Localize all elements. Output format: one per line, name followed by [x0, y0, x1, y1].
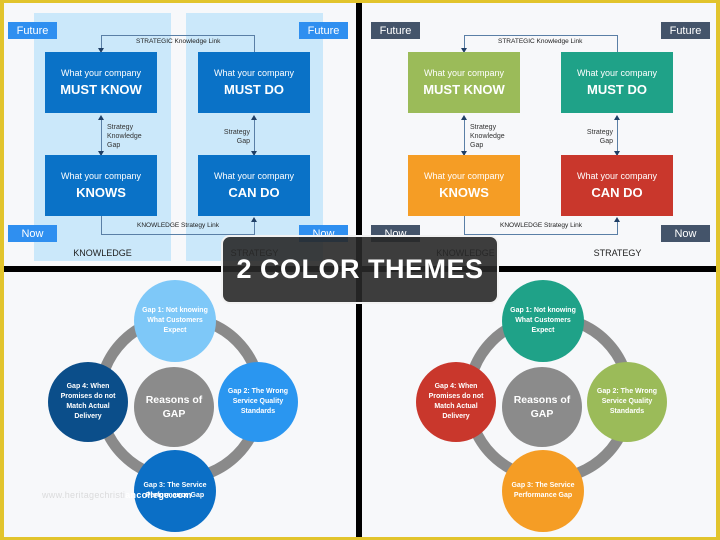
strategic-link-line: [101, 35, 254, 36]
box-can-do: What your company CAN DO: [561, 155, 673, 216]
gap-2-circle: Gap 2: The Wrong Service Quality Standar…: [218, 362, 298, 442]
knowledge-link-line: [254, 221, 255, 235]
box-sub-label: What your company: [60, 67, 142, 78]
knowledge-link-line: [101, 216, 102, 235]
knowledge-column-label: KNOWLEDGE: [73, 248, 132, 258]
box-knows: What your company KNOWS: [408, 155, 520, 216]
arrow-up-icon: [251, 217, 257, 222]
box-can-do: What your company CAN DO: [198, 155, 310, 216]
knowledge-link-line: [617, 221, 618, 235]
gap-1-circle: Gap 1: Not knowing What Customers Expect: [502, 280, 584, 362]
future-tag-left: Future: [371, 22, 420, 39]
box-main-label: KNOWS: [439, 184, 489, 200]
strategic-link-label: STRATEGIC Knowledge Link: [136, 38, 221, 45]
strategy-gap-line: [254, 119, 255, 155]
arrow-up-icon: [614, 115, 620, 120]
gap-1-circle: Gap 1: Not knowing What Customers Expect: [134, 280, 216, 362]
gap-4-circle: Gap 4: When Promises do not Match Actual…: [48, 362, 128, 442]
knowledge-gap-line: [101, 119, 102, 155]
knowledge-link-line: [464, 216, 465, 235]
now-tag-left: Now: [8, 225, 57, 242]
strategy-gap-label: Strategy Gap: [223, 129, 250, 145]
future-tag-right: Future: [299, 22, 348, 39]
box-sub-label: What your company: [213, 67, 295, 78]
box-must-know: What your company MUST KNOW: [45, 52, 157, 113]
knowledge-link-label: KNOWLEDGE Strategy Link: [137, 222, 219, 229]
slide-strategy-multicolor: Future Future Now Now STRATEGIC Knowledg…: [362, 3, 716, 266]
box-must-do: What your company MUST DO: [198, 52, 310, 113]
box-sub-label: What your company: [576, 67, 658, 78]
box-must-do: What your company MUST DO: [561, 52, 673, 113]
slide-gap-multicolor: Gap 1: Not knowing What Customers Expect…: [362, 272, 716, 537]
watermark-faint: www.heritagechristi: [42, 490, 126, 500]
gap-center-circle: Reasons of GAP: [134, 367, 214, 447]
box-main-label: MUST KNOW: [423, 81, 505, 97]
box-main-label: CAN DO: [591, 184, 643, 200]
watermark: www.heritagechristiancollege.com: [42, 490, 192, 500]
banner-title: 2 COLOR THEMES: [236, 254, 484, 284]
box-sub-label: What your company: [423, 170, 505, 181]
box-main-label: KNOWS: [76, 184, 126, 200]
box-sub-label: What your company: [576, 170, 658, 181]
slide-gap-blue: Gap 1: Not knowing What Customers Expect…: [4, 272, 356, 537]
arrow-up-icon: [461, 115, 467, 120]
strategy-gap-line: [617, 119, 618, 155]
strategic-link-label: STRATEGIC Knowledge Link: [498, 38, 583, 45]
box-must-know: What your company MUST KNOW: [408, 52, 520, 113]
arrow-up-icon: [251, 115, 257, 120]
slide-strategy-blue: Future Future Now Now STRATEGIC Knowledg…: [4, 3, 356, 266]
strategic-link-line: [617, 35, 618, 52]
box-sub-label: What your company: [423, 67, 505, 78]
gap-3-circle: Gap 3: The Service Performance Gap: [502, 450, 584, 532]
knowledge-gap-label: Strategy Knowledge Gap: [470, 124, 505, 149]
knowledge-gap-label: Strategy Knowledge Gap: [107, 124, 142, 149]
box-sub-label: What your company: [213, 170, 295, 181]
strategic-link-line: [464, 35, 617, 36]
future-tag-left: Future: [8, 22, 57, 39]
arrow-up-icon: [98, 115, 104, 120]
box-main-label: CAN DO: [228, 184, 280, 200]
arrow-up-icon: [614, 217, 620, 222]
box-sub-label: What your company: [60, 170, 142, 181]
box-main-label: MUST DO: [224, 81, 284, 97]
strategy-gap-label: Strategy Gap: [586, 129, 613, 145]
themes-banner: 2 COLOR THEMES: [221, 235, 499, 304]
gap-4-circle: Gap 4: When Promises do not Match Actual…: [416, 362, 496, 442]
future-tag-right: Future: [661, 22, 710, 39]
strategic-link-line: [254, 35, 255, 52]
gap-center-circle: Reasons of GAP: [502, 367, 582, 447]
box-main-label: MUST DO: [587, 81, 647, 97]
now-tag-right: Now: [661, 225, 710, 242]
gap-2-circle: Gap 2: The Wrong Service Quality Standar…: [587, 362, 667, 442]
knowledge-link-label: KNOWLEDGE Strategy Link: [500, 222, 582, 229]
strategy-column-label: STRATEGY: [593, 248, 642, 258]
box-knows: What your company KNOWS: [45, 155, 157, 216]
watermark-strong: ancollege.com: [125, 490, 192, 500]
box-main-label: MUST KNOW: [60, 81, 142, 97]
knowledge-gap-line: [464, 119, 465, 155]
